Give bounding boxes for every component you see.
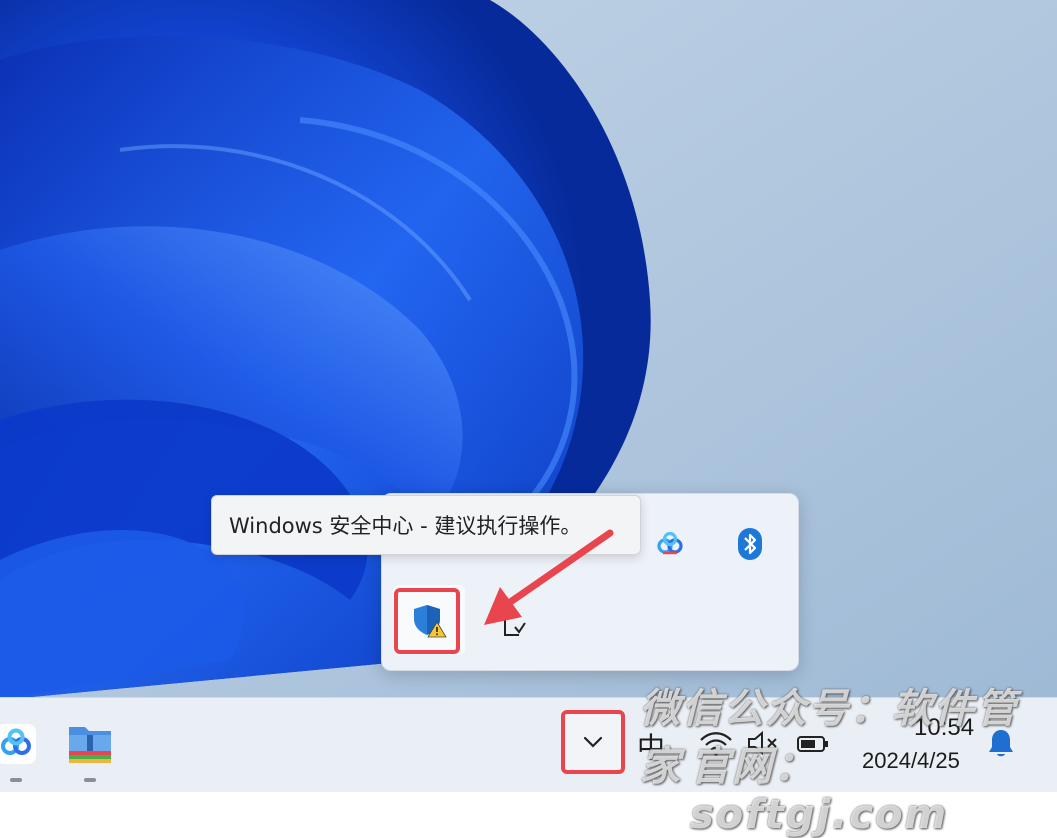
baidu-netdisk-app-icon[interactable] [0,716,44,782]
chevron-highlight-box [561,710,625,774]
ime-indicator[interactable]: 中 [637,726,665,766]
taskbar: 中 10:54 2024/4/25 [0,697,1057,792]
safely-remove-hardware-icon[interactable] [492,602,532,642]
clock-time[interactable]: 10:54 [914,714,974,742]
bluetooth-icon[interactable] [730,524,770,564]
security-icon-highlight-box [394,588,460,654]
tray-tooltip: Windows 安全中心 - 建议执行操作。 [211,495,641,555]
battery-icon[interactable] [795,731,831,757]
running-indicator [84,778,96,782]
running-indicator [10,778,22,782]
wifi-icon[interactable] [698,728,734,758]
notification-bell-icon[interactable] [984,726,1018,760]
clock-date[interactable]: 2024/4/25 [862,748,960,774]
tooltip-text: Windows 安全中心 - 建议执行操作。 [229,514,582,538]
winrar-archive-app-icon[interactable] [62,716,118,782]
baidu-netdisk-icon[interactable] [650,524,690,564]
volume-muted-icon[interactable] [745,728,781,758]
